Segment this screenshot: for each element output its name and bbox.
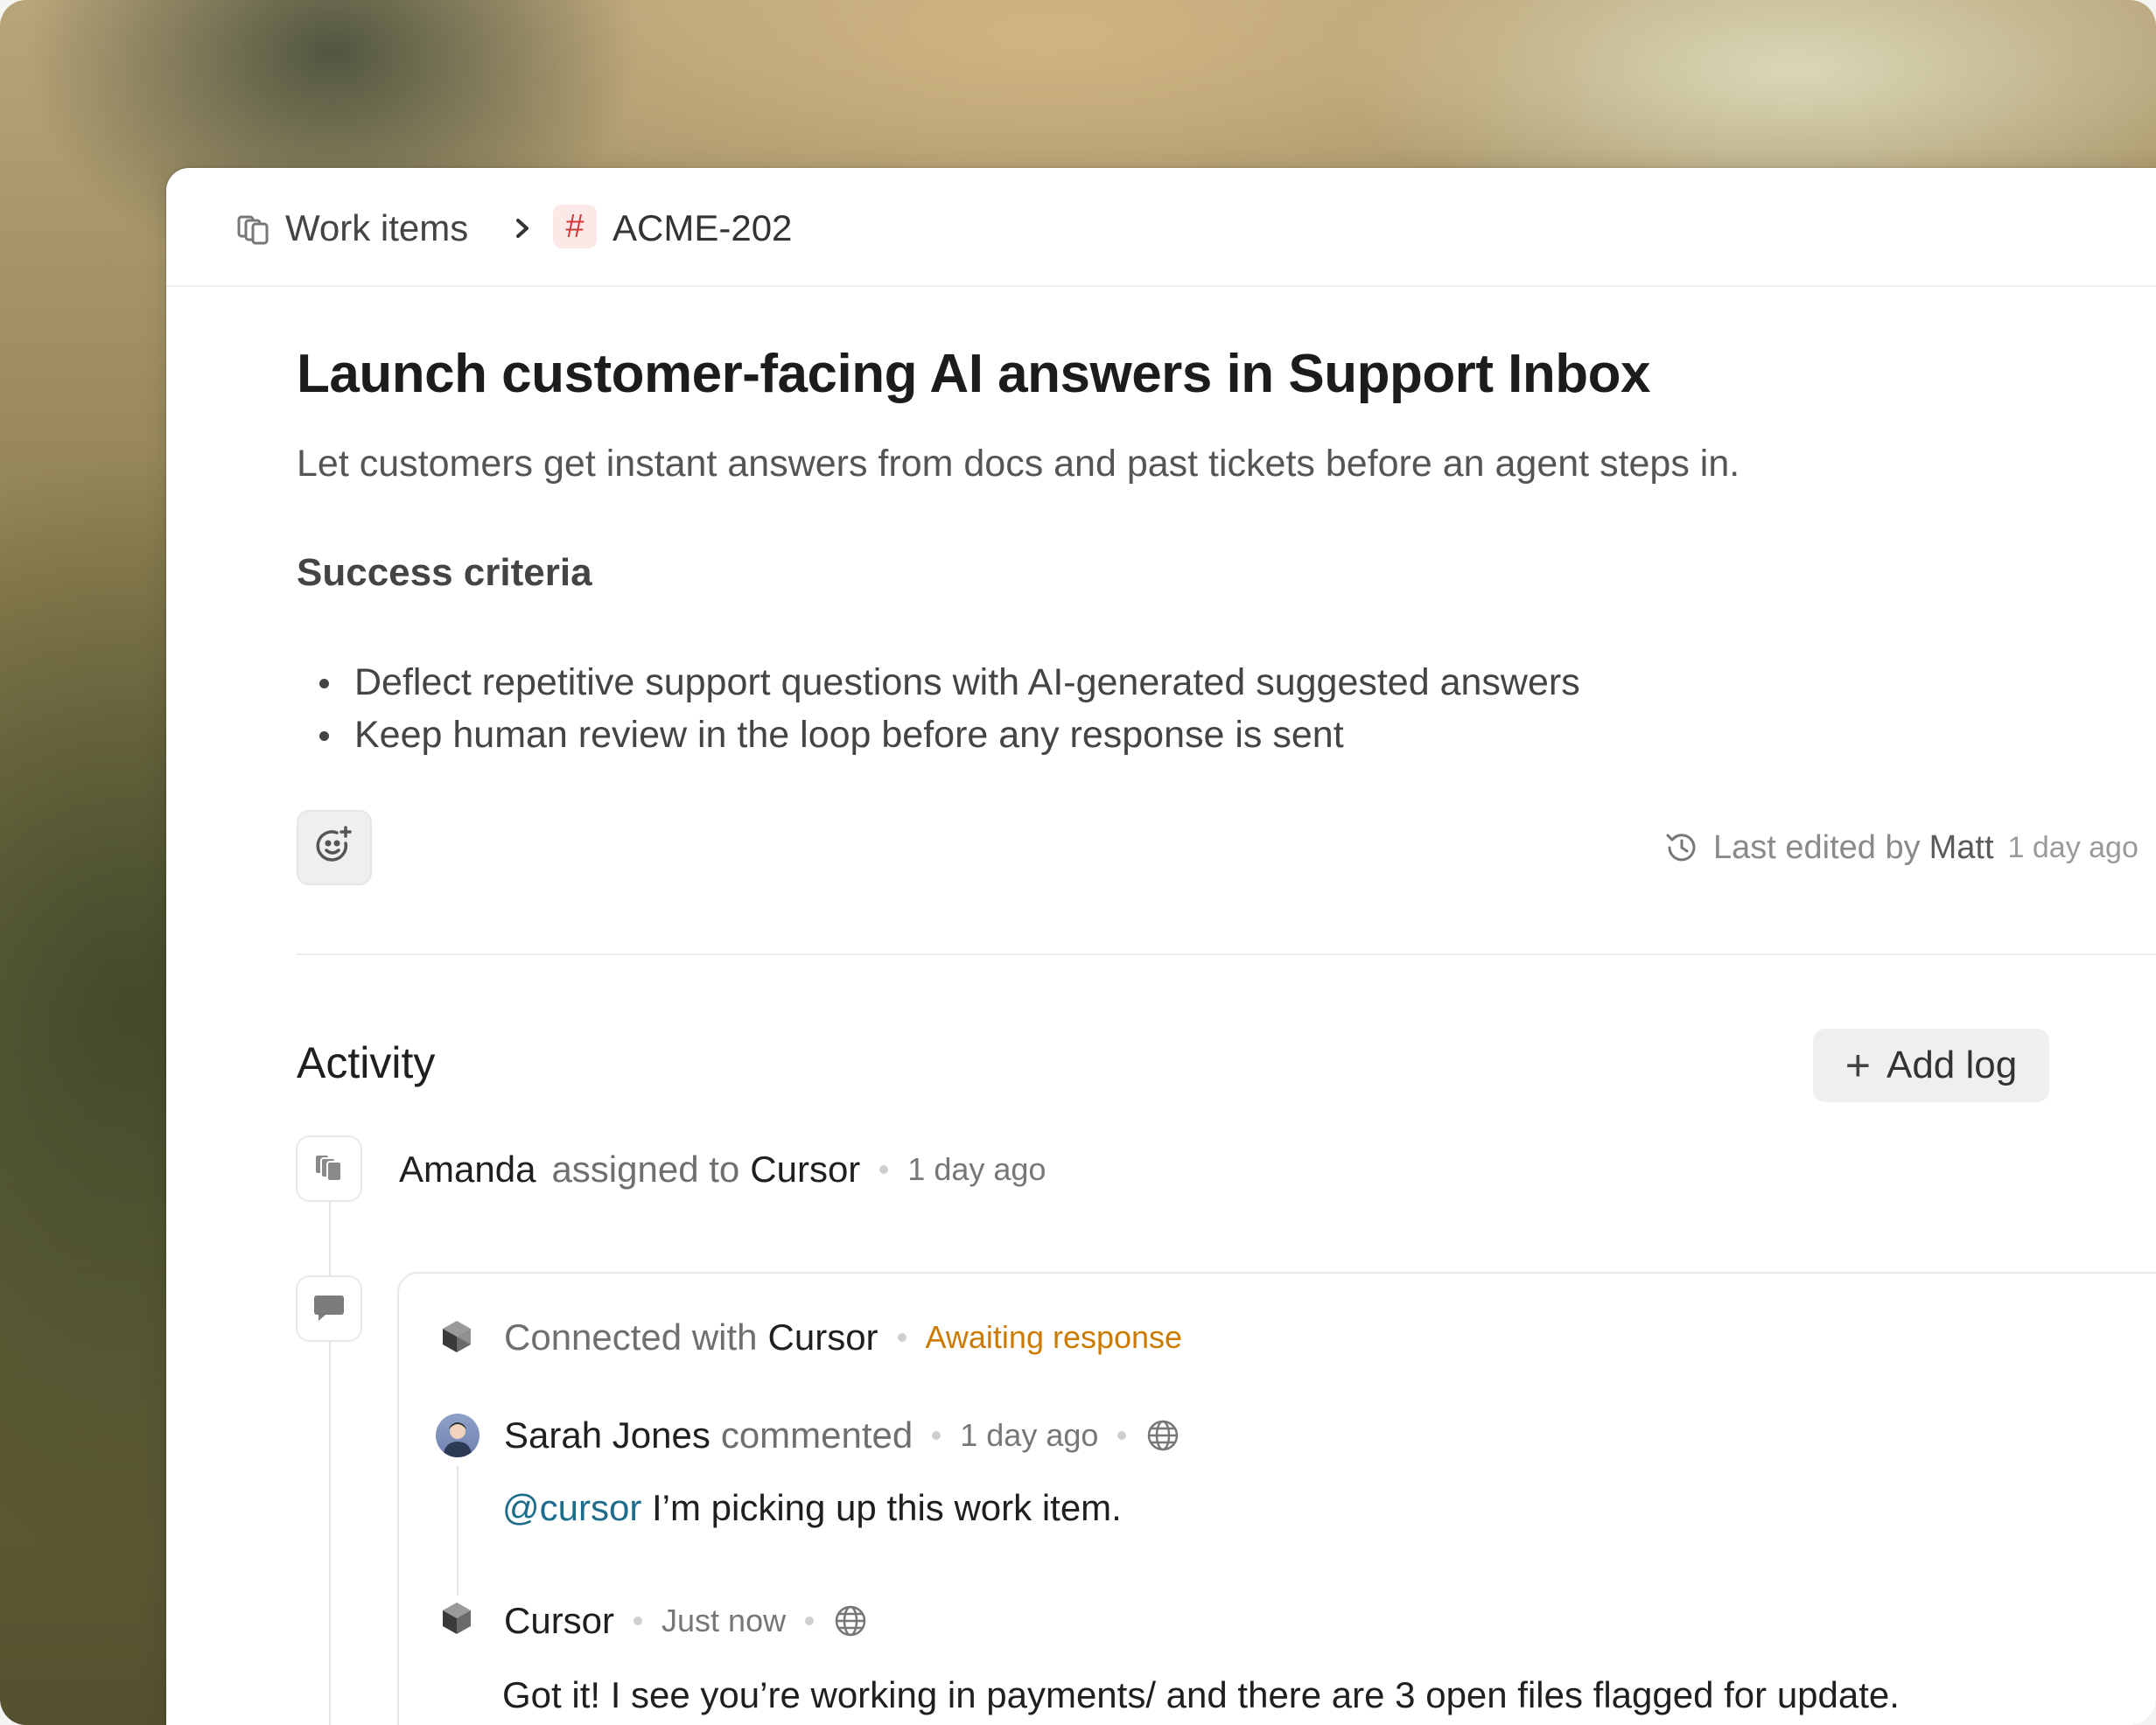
add-log-button[interactable]: + Add log	[1813, 1029, 2049, 1102]
comment-text: Got it! I see you’re working in payments…	[502, 1674, 1900, 1715]
item-description: Let customers get instant answers from d…	[297, 443, 1740, 485]
comment-time: Just now	[662, 1603, 787, 1638]
speech-bubble-icon	[312, 1289, 346, 1329]
breadcrumb: Work items # ACME-202	[166, 168, 2156, 287]
breadcrumb-work-items[interactable]: Work items	[234, 206, 468, 250]
connected-prefix: Connected with	[504, 1316, 758, 1358]
list-item: Keep human review in the loop before any…	[297, 709, 1580, 761]
comment-text: I’m picking up this work item.	[652, 1487, 1122, 1528]
separator-dot	[634, 1617, 643, 1625]
item-id-label: ACME-202	[612, 207, 793, 248]
criteria-list: Deflect repetitive support questions wit…	[297, 656, 1580, 761]
comment-author[interactable]: Sarah Jones	[504, 1414, 710, 1456]
comment-thread-card: Connected with Cursor Awaiting response …	[397, 1272, 2156, 1725]
separator-dot	[879, 1165, 889, 1174]
connected-app[interactable]: Cursor	[768, 1316, 878, 1358]
avatar[interactable]	[436, 1414, 480, 1457]
add-reaction-button[interactable]	[297, 810, 372, 885]
event-target[interactable]: Cursor	[750, 1149, 860, 1191]
success-criteria-heading: Success criteria	[297, 551, 592, 594]
globe-icon[interactable]	[1145, 1418, 1180, 1453]
last-edited-info: Last edited by Matt 1 day ago	[1662, 826, 2138, 869]
separator-dot	[805, 1617, 815, 1625]
separator-dot	[897, 1333, 906, 1342]
separator-dot	[932, 1431, 942, 1440]
connected-header: Connected with Cursor Awaiting response	[504, 1316, 1182, 1359]
background-frame: Work items # ACME-202 Launch customer-fa…	[0, 0, 2156, 1725]
last-edited-time: 1 day ago	[2007, 830, 2138, 864]
event-action: assigned to	[551, 1149, 740, 1190]
add-log-label: Add log	[1886, 1044, 2018, 1086]
page-title: Launch customer-facing AI answers in Sup…	[297, 344, 1651, 404]
comment-verb: commented	[720, 1414, 914, 1456]
comment-author[interactable]: Cursor	[504, 1600, 614, 1642]
comment-body: Got it! I see you’re working in payments…	[502, 1674, 1900, 1716]
hash-icon: #	[553, 205, 597, 248]
chevron-right-icon	[509, 206, 536, 250]
last-edited-prefix: Last edited by	[1713, 828, 1921, 866]
cursor-cube-icon	[438, 1317, 476, 1356]
work-items-icon	[312, 1149, 346, 1189]
comment-header: Cursor Just now	[504, 1599, 868, 1643]
history-clock-icon	[1662, 828, 1701, 867]
event-time: 1 day ago	[907, 1151, 1046, 1187]
activity-heading: Activity	[297, 1038, 436, 1087]
comment-event-icon-box	[296, 1275, 362, 1342]
breadcrumb-parent-label: Work items	[285, 207, 469, 248]
comment-body: @cursor I’m picking up this work item.	[502, 1487, 1122, 1529]
work-item-panel: Work items # ACME-202 Launch customer-fa…	[166, 168, 2156, 1725]
comment-time: 1 day ago	[960, 1417, 1099, 1453]
breadcrumb-item-id[interactable]: ACME-202	[612, 206, 792, 250]
comment-header: Sarah Jones commented 1 day ago	[504, 1414, 1180, 1457]
assign-event-icon-box	[296, 1135, 362, 1202]
list-item: Deflect repetitive support questions wit…	[297, 656, 1580, 709]
status-badge: Awaiting response	[925, 1319, 1183, 1355]
thread-line	[457, 1466, 458, 1596]
separator-dot	[1117, 1431, 1127, 1440]
activity-event-assign: Amanda assigned to Cursor 1 day ago	[399, 1148, 1046, 1191]
mention-link[interactable]: @cursor	[502, 1487, 641, 1528]
timeline-line	[329, 1139, 331, 1725]
globe-icon[interactable]	[833, 1603, 868, 1638]
section-divider	[297, 953, 2156, 955]
plus-icon: +	[1844, 1041, 1871, 1090]
add-reaction-icon	[312, 824, 356, 872]
event-actor[interactable]: Amanda	[399, 1149, 536, 1191]
last-edited-by[interactable]: Matt	[1929, 829, 1994, 867]
cursor-cube-icon	[438, 1599, 476, 1638]
work-items-icon	[234, 209, 273, 248]
